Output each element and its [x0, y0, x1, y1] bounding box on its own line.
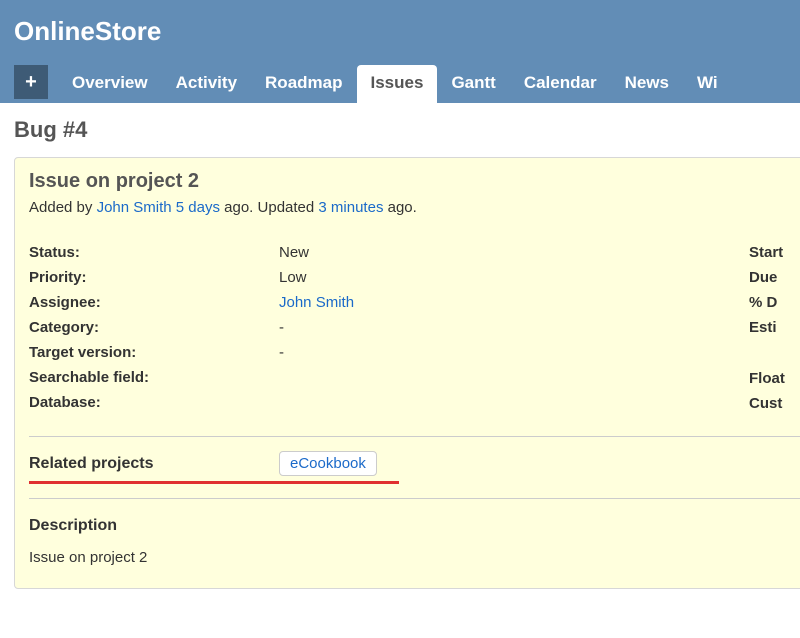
searchable-field-label: Searchable field: — [29, 369, 279, 386]
percent-done-label: % D — [749, 294, 785, 311]
new-object-button[interactable]: + — [14, 65, 48, 99]
description-text: Issue on project 2 — [29, 549, 800, 566]
tab-news[interactable]: News — [611, 65, 683, 103]
description-heading: Description — [29, 517, 800, 535]
database-label: Database: — [29, 394, 279, 411]
assignee-link[interactable]: John Smith — [279, 294, 354, 311]
priority-value: Low — [279, 269, 307, 286]
category-label: Category: — [29, 319, 279, 336]
issue-meta: Added by John Smith 5 days ago. Updated … — [29, 199, 800, 216]
tab-overview[interactable]: Overview — [58, 65, 162, 103]
related-projects-row: Related projects eCookbook — [29, 449, 800, 482]
related-projects-label: Related projects — [29, 455, 279, 473]
tab-gantt[interactable]: Gantt — [437, 65, 509, 103]
tab-calendar[interactable]: Calendar — [510, 65, 611, 103]
related-project-tag[interactable]: eCookbook — [279, 451, 377, 476]
issue-details: Issue on project 2 Added by John Smith 5… — [14, 157, 800, 589]
divider — [29, 436, 800, 437]
updated-link[interactable]: 3 minutes — [318, 199, 383, 216]
highlight-underline — [29, 481, 399, 484]
tab-issues[interactable]: Issues — [357, 65, 438, 103]
priority-label: Priority: — [29, 269, 279, 286]
meta-mid: ago. Updated — [220, 199, 318, 216]
estimated-time-label: Esti — [749, 319, 785, 336]
due-date-label: Due — [749, 269, 785, 286]
tab-activity[interactable]: Activity — [162, 65, 251, 103]
target-version-value: - — [279, 344, 284, 361]
meta-suffix: ago. — [383, 199, 416, 216]
float-field-label: Float — [749, 370, 785, 387]
tab-wiki[interactable]: Wi — [683, 65, 732, 103]
start-date-label: Start — [749, 244, 785, 261]
status-value: New — [279, 244, 309, 261]
assignee-label: Assignee: — [29, 294, 279, 311]
category-value: - — [279, 319, 284, 336]
project-title: OnlineStore — [14, 10, 786, 65]
status-label: Status: — [29, 244, 279, 261]
author-link[interactable]: John Smith 5 days — [97, 199, 220, 216]
divider — [29, 498, 800, 499]
meta-prefix: Added by — [29, 199, 97, 216]
main-tabs: + Overview Activity Roadmap Issues Gantt… — [14, 65, 786, 103]
target-version-label: Target version: — [29, 344, 279, 361]
issue-title: Issue on project 2 — [29, 170, 800, 193]
page-heading: Bug #4 — [14, 117, 786, 143]
tab-roadmap[interactable]: Roadmap — [251, 65, 356, 103]
custom-field-label: Cust — [749, 395, 785, 412]
